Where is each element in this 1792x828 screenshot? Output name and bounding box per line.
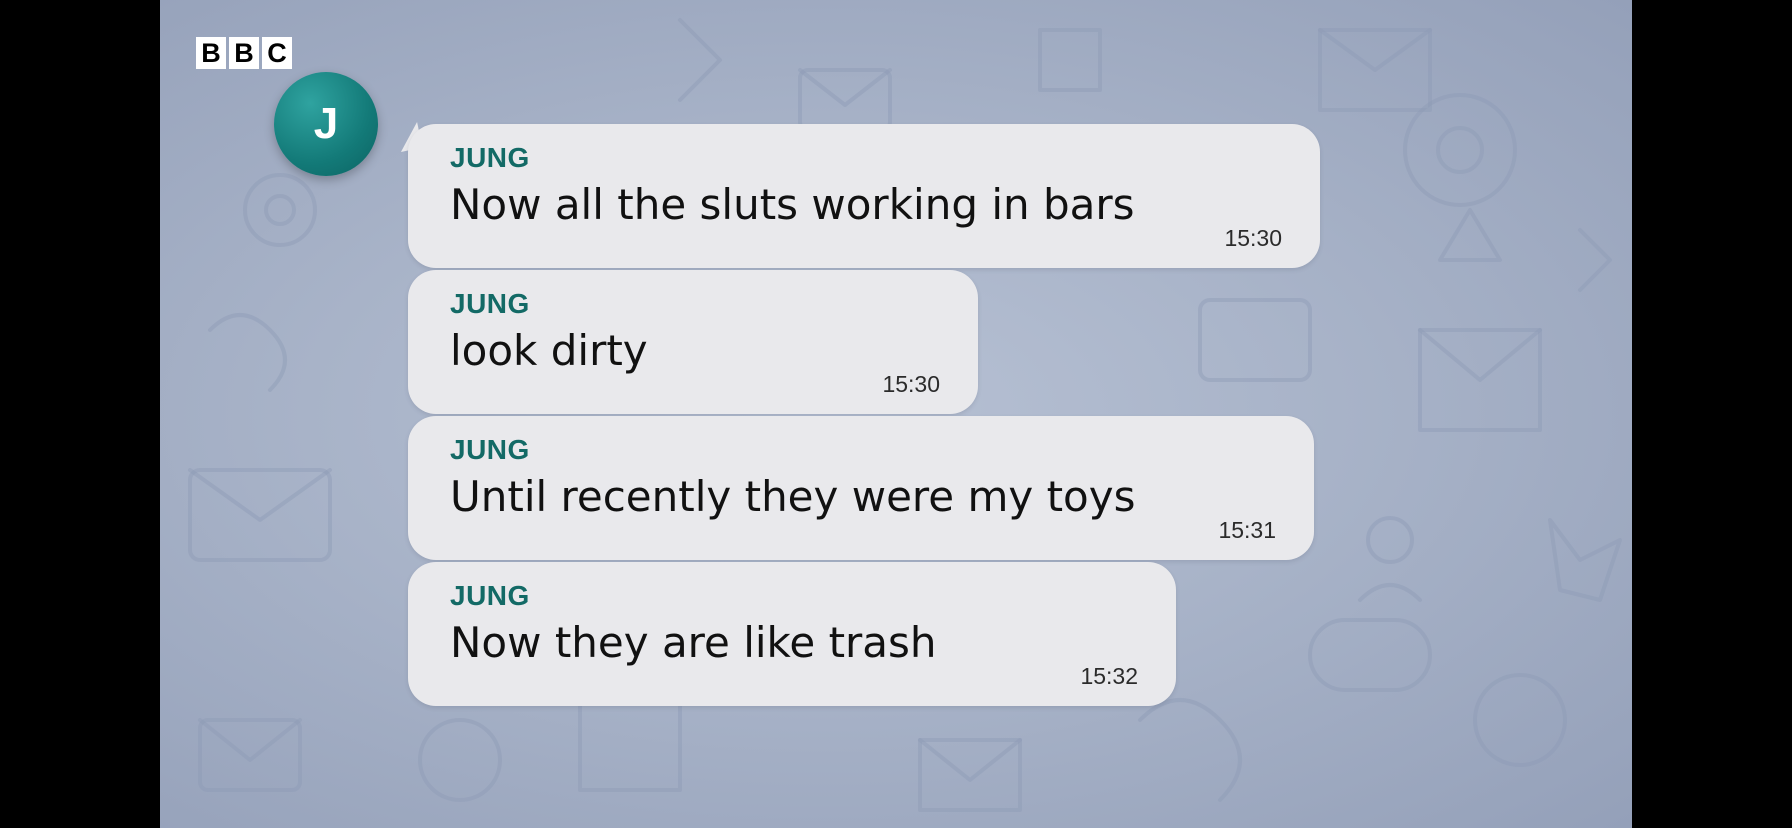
logo-letter-c: C — [262, 37, 292, 69]
bbc-logo: B B C — [196, 37, 292, 69]
logo-letter-b2: B — [229, 37, 259, 69]
message-text: Until recently they were my toys — [450, 472, 1136, 521]
message-time: 15:31 — [1218, 517, 1276, 543]
message-time: 15:30 — [882, 371, 940, 397]
logo-letter-b1: B — [196, 37, 226, 69]
message-time: 15:30 — [1224, 225, 1282, 251]
message-bubble[interactable]: JUNG look dirty 15:30 — [408, 270, 978, 414]
message-text: Now they are like trash — [450, 618, 937, 667]
avatar[interactable]: J — [274, 72, 378, 176]
sender-name[interactable]: JUNG — [450, 434, 530, 466]
message-text: look dirty — [450, 326, 648, 375]
video-frame: B B C J JUNG Now all the sluts working i… — [0, 0, 1792, 828]
message-bubble[interactable]: JUNG Now they are like trash 15:32 — [408, 562, 1176, 706]
sender-name[interactable]: JUNG — [450, 580, 530, 612]
message-text: Now all the sluts working in bars — [450, 180, 1135, 229]
sender-name[interactable]: JUNG — [450, 288, 530, 320]
avatar-initial: J — [313, 99, 339, 148]
sender-name[interactable]: JUNG — [450, 142, 530, 174]
message-bubble[interactable]: JUNG Until recently they were my toys 15… — [408, 416, 1314, 560]
message-bubble[interactable]: JUNG Now all the sluts working in bars 1… — [408, 124, 1320, 268]
message-time: 15:32 — [1080, 663, 1138, 689]
